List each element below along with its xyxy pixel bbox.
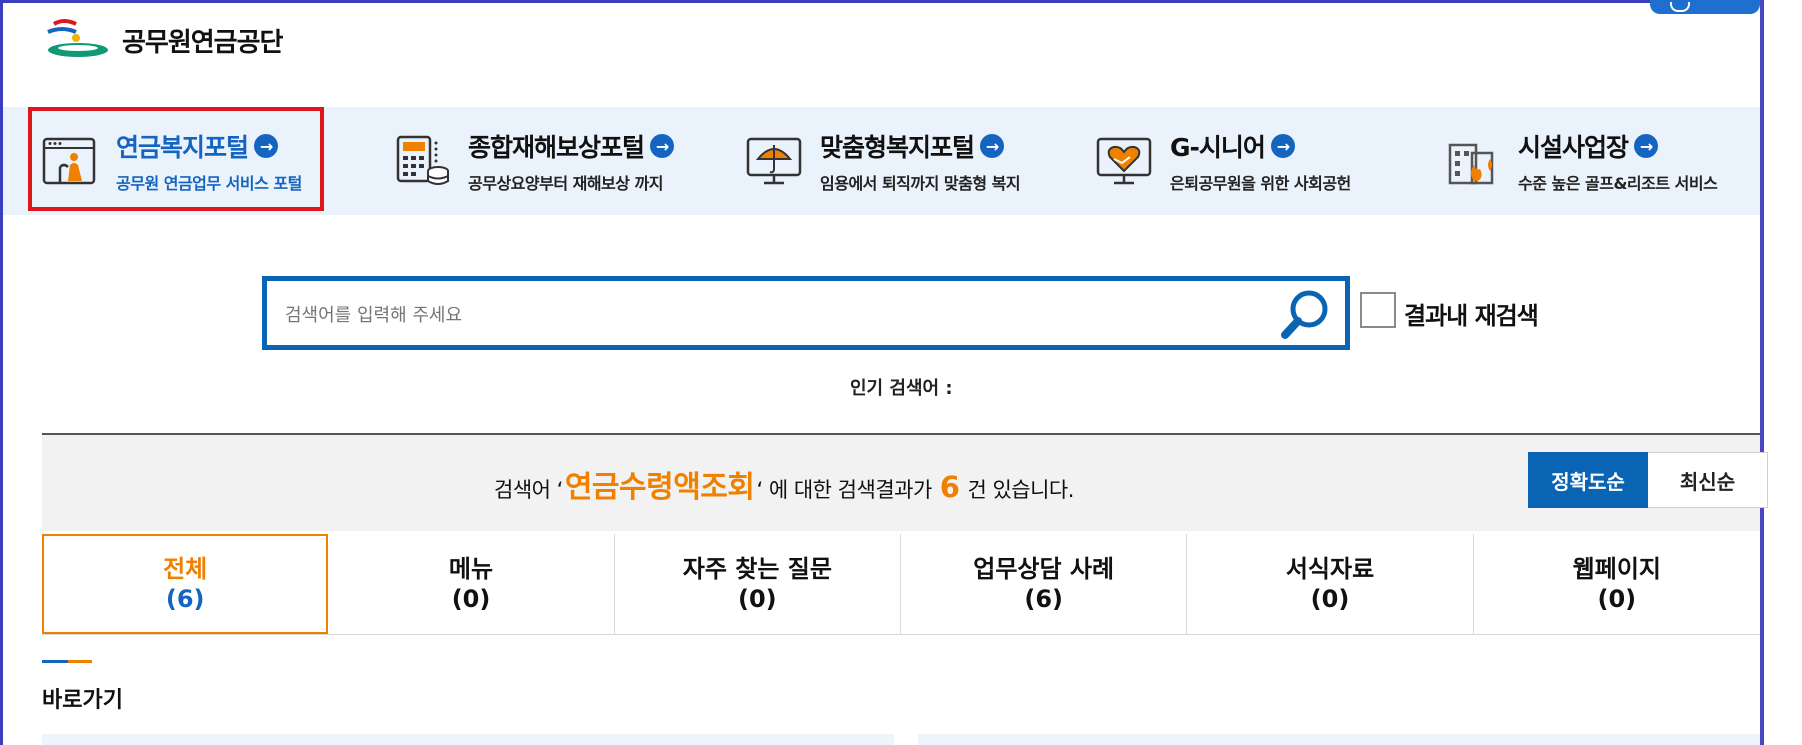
arrow-right-icon: → — [1270, 134, 1295, 158]
arrow-right-icon: → — [980, 134, 1005, 158]
portal-g-senior[interactable]: G-시니어 → 은퇴공무원을 위한 사회공헌 — [1094, 107, 1351, 215]
tab-label: 전체 — [163, 555, 208, 583]
arrow-right-icon: → — [1634, 134, 1659, 158]
tab-menu[interactable]: 메뉴 (0) — [328, 534, 615, 634]
recheck-label[interactable]: 결과내 재검색 — [1404, 296, 1539, 331]
tab-count: (0) — [1310, 585, 1350, 613]
tab-label: 웹페이지 — [1572, 555, 1661, 583]
logo-mark-icon — [42, 18, 116, 62]
widget-icon — [1670, 2, 1690, 12]
category-tabs: 전체 (6) 메뉴 (0) 자주 찾는 질문 (0) 업무상담 사례 (6) 서… — [42, 534, 1760, 635]
sort-accuracy-button[interactable]: 정확도순 — [1528, 452, 1648, 508]
recheck-checkbox[interactable] — [1360, 292, 1396, 328]
search-input[interactable] — [283, 299, 1247, 331]
tab-count: (0) — [451, 585, 491, 613]
active-portal-outline — [28, 107, 324, 211]
tab-label: 자주 찾는 질문 — [682, 555, 832, 583]
page-gutter — [1764, 0, 1802, 745]
handshake-heart-icon — [1094, 131, 1154, 191]
result-count: 6 — [939, 470, 960, 504]
portal-subtitle: 은퇴공무원을 위한 사회공헌 — [1170, 174, 1351, 193]
sort-options: 정확도순 최신순 — [1528, 452, 1768, 508]
window-frame-top — [0, 0, 1802, 3]
section-accent-line — [42, 660, 92, 663]
calculator-coins-icon — [392, 131, 452, 191]
search-button[interactable] — [1277, 287, 1333, 343]
search-box — [262, 276, 1350, 350]
tab-forms[interactable]: 서식자료 (0) — [1187, 534, 1474, 634]
search-icon — [1281, 290, 1328, 339]
tab-consultation-cases[interactable]: 업무상담 사례 (6) — [901, 534, 1188, 634]
tab-count: (0) — [1597, 585, 1637, 613]
tab-webpages[interactable]: 웹페이지 (0) — [1474, 534, 1760, 634]
result-prefix: 검색어 ‘ — [494, 478, 563, 502]
logo-text: 공무원연금공단 — [122, 27, 283, 58]
floating-widget[interactable] — [1650, 0, 1760, 14]
arrow-right-icon: → — [650, 134, 675, 158]
shortcut-card-left[interactable] — [42, 734, 894, 745]
window-frame-right — [1760, 0, 1764, 745]
portal-title: G-시니어 — [1170, 133, 1266, 162]
umbrella-monitor-icon — [744, 131, 804, 191]
result-summary: 검색어 ‘ 연금수령액조회 ‘ 에 대한 검색결과가 6 건 있습니다. — [494, 462, 1074, 506]
portal-title: 맞춤형복지포털 — [820, 133, 975, 162]
result-query: 연금수령액조회 — [564, 470, 755, 505]
sort-latest-button[interactable]: 최신순 — [1648, 452, 1768, 508]
site-logo[interactable]: 공무원연금공단 — [42, 18, 283, 62]
portal-subtitle: 공무상요양부터 재해보상 까지 — [468, 174, 664, 193]
tab-count: (0) — [738, 585, 777, 613]
portal-facilities[interactable]: 시설사업장 → 수준 높은 골프&리조트 서비스 — [1442, 107, 1718, 215]
result-middle: ‘ 에 대한 검색결과가 — [756, 478, 933, 502]
building-flame-icon — [1442, 131, 1502, 191]
shortcuts-heading: 바로가기 — [42, 688, 123, 713]
popular-keywords-label: 인기 검색어 : — [850, 378, 953, 399]
tab-label: 메뉴 — [448, 555, 494, 583]
tab-faq[interactable]: 자주 찾는 질문 (0) — [615, 534, 901, 634]
result-suffix: 건 있습니다. — [967, 478, 1074, 502]
tab-count: (6) — [1024, 585, 1063, 613]
tab-label: 업무상담 사례 — [973, 555, 1115, 583]
tab-count: (6) — [165, 585, 205, 613]
portal-disaster-compensation[interactable]: 종합재해보상포털 → 공무상요양부터 재해보상 까지 — [392, 107, 675, 215]
portal-custom-welfare[interactable]: 맞춤형복지포털 → 임용에서 퇴직까지 맞춤형 복지 — [744, 107, 1021, 215]
portal-title: 종합재해보상포털 — [468, 133, 645, 162]
portal-title: 시설사업장 — [1518, 133, 1629, 162]
portal-subtitle: 임용에서 퇴직까지 맞춤형 복지 — [820, 174, 1021, 193]
tab-all[interactable]: 전체 (6) — [42, 534, 329, 634]
portal-subtitle: 수준 높은 골프&리조트 서비스 — [1518, 174, 1718, 193]
shortcut-card-right[interactable] — [918, 734, 1760, 745]
tab-label: 서식자료 — [1285, 555, 1375, 583]
